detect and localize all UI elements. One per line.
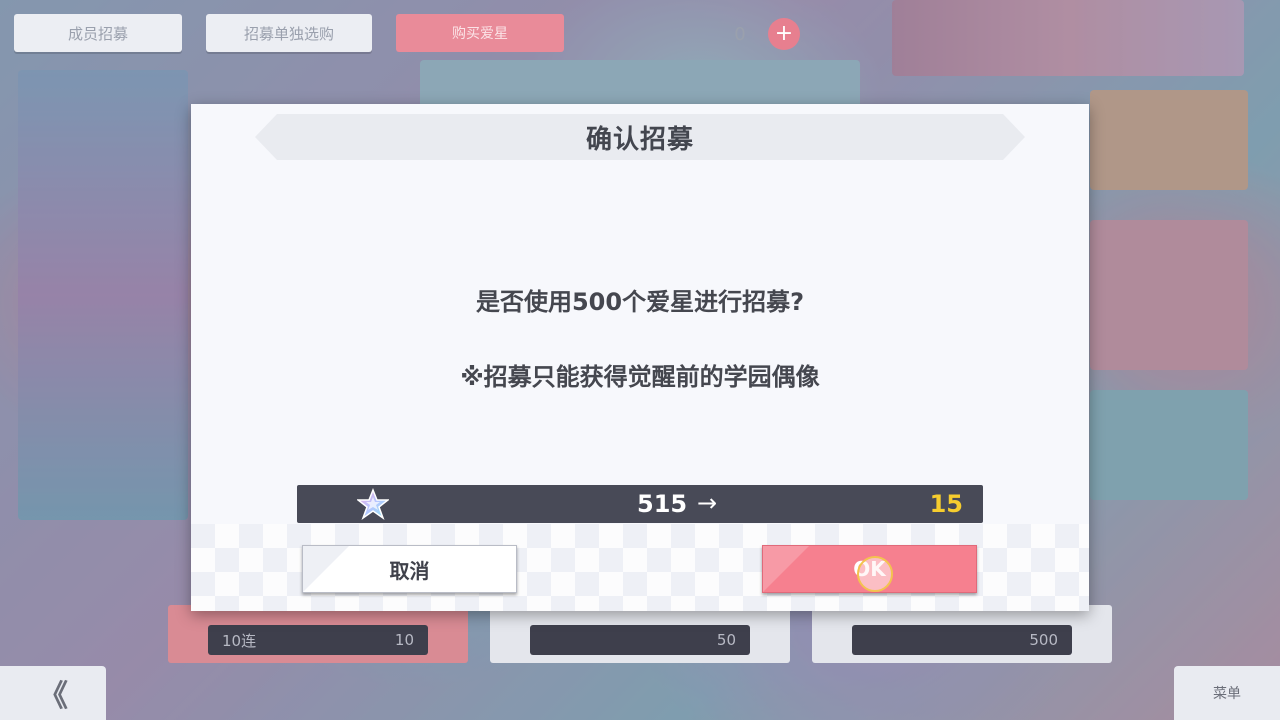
dialog-header: 确认招募 [255,114,1025,160]
recruit-cost-pill-500: 500 [852,625,1072,655]
love-star-icon [357,488,389,520]
cancel-button[interactable]: 取消 [302,545,517,593]
add-currency-icon[interactable]: + [768,18,800,50]
recruit-cost-value-10: 10 [394,631,414,649]
back-button[interactable]: 《 [0,666,106,720]
cost-after-value: 15 [929,490,963,518]
recruit-note: ※招募只能获得觉醒前的学园偶像 [460,363,820,391]
cost-bar: 515 → 15 [297,485,983,523]
cancel-button-label: 取消 [389,558,430,583]
menu-button[interactable]: 菜单 [1174,666,1280,720]
buy-star-button[interactable]: 购买爱星 [396,14,564,52]
tab-member-recruit[interactable]: 成员招募 [14,14,182,52]
buy-star-label: 购买爱星 [452,26,508,42]
arrow-right-icon: → [697,489,718,517]
currency-count: 0 [734,24,746,45]
recruit-cost-value-500: 500 [1029,631,1058,649]
recruit-cost-value-50: 50 [716,631,736,649]
recruit-cost-label-10: 10连 [222,631,257,650]
dialog-title: 确认招募 [585,124,694,155]
recruit-cost-pill-10: 10连 10 [208,625,428,655]
back-icon: 《 [38,679,68,714]
touch-indicator [857,556,893,592]
menu-label: 菜单 [1213,686,1241,702]
recruit-cost-pill-50: 50 [530,625,750,655]
tab-recruit-select[interactable]: 招募单独选购 [206,14,372,52]
confirm-message: 是否使用500个爱星进行招募? [475,288,805,316]
confirm-recruit-dialog: 确认招募 是否使用500个爱星进行招募? ※招募只能获得觉醒前的学园偶像 515… [191,104,1089,611]
cost-current-value: 515 [637,490,688,518]
